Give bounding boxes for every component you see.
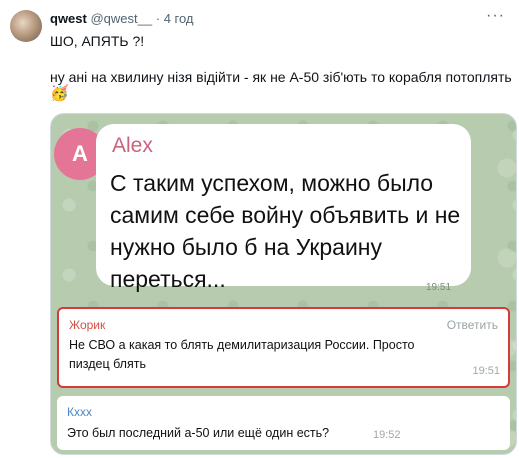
tweet-header: qwest @qwest__ · 4 год (50, 11, 194, 26)
zhorik-message-text: Не СВО а какая то блять демилитаризация … (69, 338, 415, 371)
more-options-icon[interactable]: ··· (486, 7, 505, 25)
zhorik-sender-name: Жорик (69, 318, 106, 332)
author-avatar[interactable] (10, 10, 42, 42)
kxxx-message-time: 19:52 (373, 429, 401, 441)
tweet-time[interactable]: 4 год (164, 11, 194, 26)
header-separator: · (155, 11, 161, 26)
zhorik-message-time: 19:51 (472, 365, 500, 377)
zhorik-message-bubble: Жорик Ответить Не СВО а какая то блять д… (57, 307, 510, 388)
alex-message-text: С таким успехом, можно было самим себе в… (110, 170, 461, 292)
alex-sender-name: Alex (112, 134, 153, 157)
author-name[interactable]: qwest (50, 11, 87, 26)
alex-message-bubble: Alex С таким успехом, можно было самим с… (96, 124, 471, 292)
reply-button[interactable]: Ответить (447, 318, 498, 332)
kxxx-message-text: Это был последний а-50 или ещё один есть… (67, 426, 330, 440)
kxxx-message-bubble: Кххх Это был последний а-50 или ещё один… (57, 396, 510, 450)
tweet-text-line-1: ШО, АПЯТЬ ?! (50, 33, 145, 49)
kxxx-sender-name: Кххх (67, 405, 92, 419)
tweet-media-image[interactable]: A Alex С таким успехом, можно было самим… (50, 113, 517, 455)
party-face-emoji: 🥳 (50, 85, 69, 102)
author-handle[interactable]: @qwest__ (90, 11, 152, 26)
alex-message-time: 19:51 (426, 282, 452, 293)
tweet-text-line-2: ну ані на хвилину нізя відійти - як не А… (50, 69, 512, 85)
